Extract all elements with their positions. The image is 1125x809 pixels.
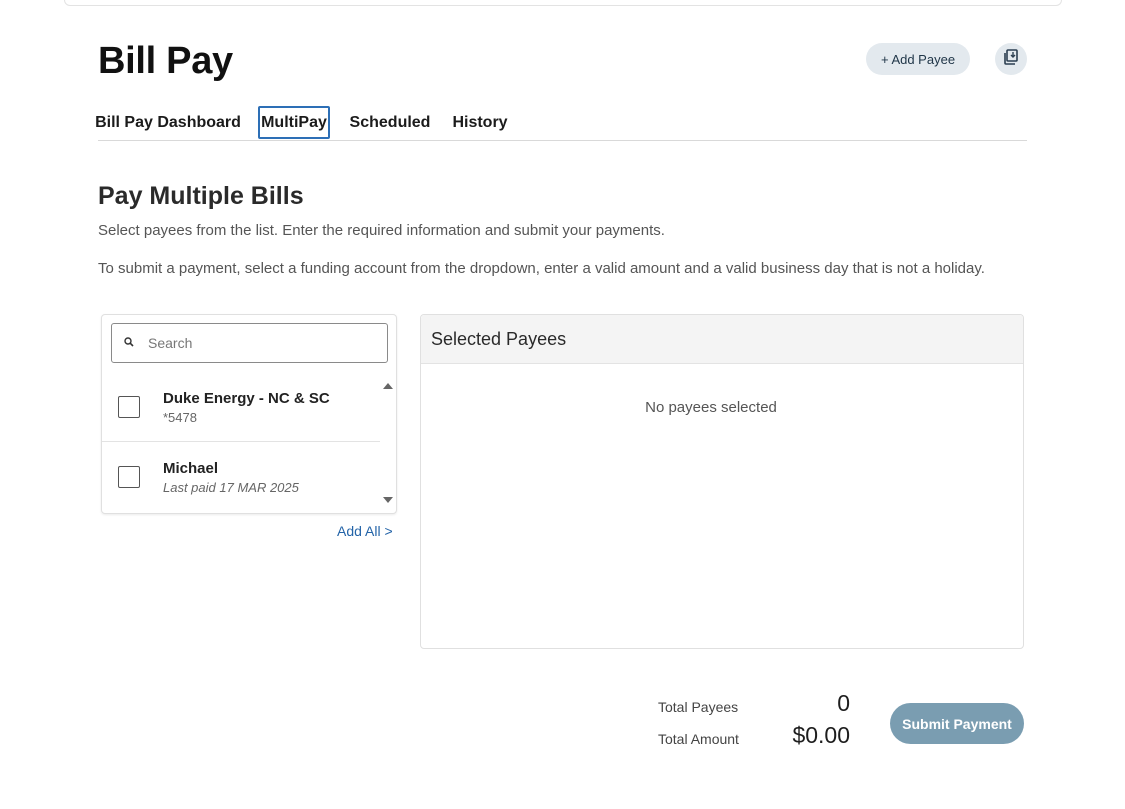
payee-last-paid: Last paid 17 MAR 2025 (163, 480, 299, 495)
print-button[interactable] (995, 43, 1027, 75)
payee-name: Duke Energy - NC & SC (163, 390, 330, 407)
tab-scheduled[interactable]: Scheduled (350, 106, 431, 139)
payee-search-box (111, 323, 388, 363)
selected-payees-panel: Selected Payees No payees selected (420, 314, 1024, 649)
total-amount-label: Total Amount (658, 731, 739, 747)
payee-checkbox[interactable] (118, 396, 140, 418)
add-payee-button[interactable]: + Add Payee (866, 43, 970, 75)
total-amount-value: $0.00 (792, 722, 850, 748)
payee-account-number: *5478 (163, 410, 197, 425)
scroll-down-arrow-icon[interactable] (383, 497, 393, 503)
bill-pay-tabs: Bill Pay Dashboard MultiPay Scheduled Hi… (95, 106, 1027, 141)
print-document-icon (1003, 48, 1019, 70)
search-icon (124, 334, 134, 352)
payee-name: Michael (163, 460, 219, 477)
payee-list-panel: Duke Energy - NC & SC *5478 Michael Last… (101, 314, 397, 514)
empty-state-message: No payees selected (645, 399, 777, 416)
payee-list-item[interactable]: Duke Energy - NC & SC *5478 (102, 372, 380, 442)
tab-multipay[interactable]: MultiPay (258, 106, 330, 139)
payee-list-item[interactable]: Michael Last paid 17 MAR 2025 (102, 442, 380, 512)
submit-payment-button[interactable]: Submit Payment (890, 703, 1024, 744)
page-title: Bill Pay (98, 40, 233, 82)
selected-payees-header: Selected Payees (421, 315, 1023, 364)
section-description: Select payees from the list. Enter the r… (98, 222, 665, 239)
total-payees-value: 0 (837, 690, 850, 716)
total-payees-label: Total Payees (658, 699, 739, 715)
section-instructions: To submit a payment, select a funding ac… (98, 260, 985, 277)
scroll-up-arrow-icon[interactable] (383, 383, 393, 389)
tab-history[interactable]: History (452, 106, 508, 139)
tab-bill-pay-dashboard[interactable]: Bill Pay Dashboard (95, 106, 241, 139)
section-title: Pay Multiple Bills (98, 182, 304, 210)
payee-checkbox[interactable] (118, 466, 140, 488)
add-all-link[interactable]: Add All > (337, 523, 393, 539)
card-top-edge (64, 0, 1062, 6)
payee-search-input[interactable] (148, 335, 368, 351)
